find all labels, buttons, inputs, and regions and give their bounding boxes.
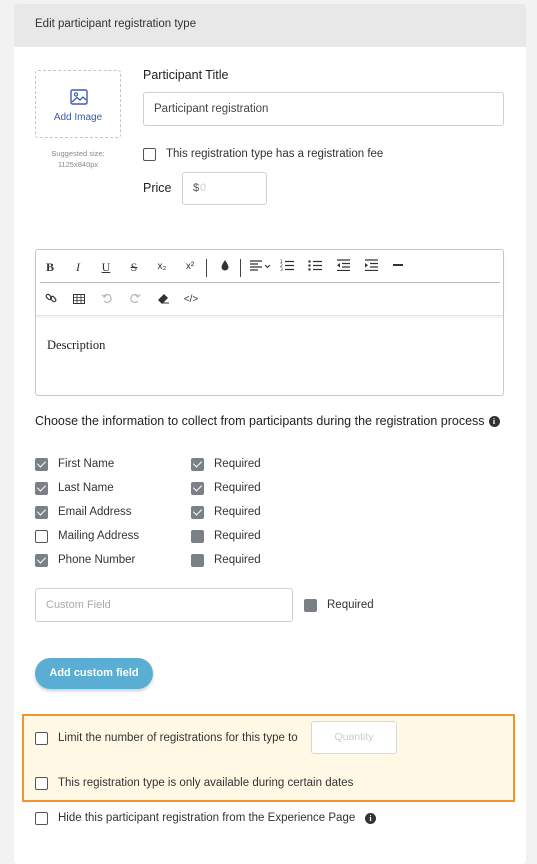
required-label: Required [327, 599, 374, 611]
add-image-label: Add Image [53, 112, 103, 123]
first-name-label: First Name [58, 458, 115, 470]
description-text: Description [47, 338, 106, 352]
email-address-required-checkbox[interactable] [191, 506, 204, 519]
certain-dates-checkbox[interactable] [35, 777, 48, 790]
required-label: Required [214, 554, 261, 566]
link-icon[interactable] [41, 291, 61, 309]
email-address-label: Email Address [58, 506, 132, 518]
participant-title-label: Participant Title [143, 68, 229, 82]
phone-number-checkbox[interactable] [35, 554, 48, 567]
eraser-icon[interactable] [153, 291, 173, 309]
bold-button[interactable]: B [40, 258, 60, 276]
first-name-required-checkbox[interactable] [191, 458, 204, 471]
last-name-required-checkbox[interactable] [191, 482, 204, 495]
add-image-button[interactable]: Add Image [35, 70, 121, 138]
custom-field-required-checkbox[interactable] [304, 599, 317, 612]
participant-title-input[interactable]: Participant registration [143, 92, 504, 126]
required-label: Required [214, 530, 261, 542]
mailing-address-checkbox[interactable] [35, 530, 48, 543]
info-icon[interactable]: i [365, 813, 376, 824]
required-label: Required [214, 482, 261, 494]
hide-registration-label: Hide this participant registration from … [58, 812, 356, 824]
toolbar-divider [40, 282, 500, 283]
strikethrough-button[interactable]: S [124, 258, 144, 276]
subscript-button[interactable]: x₂ [152, 258, 172, 276]
first-name-checkbox[interactable] [35, 458, 48, 471]
editor-toolbar: B I U S x₂ x² 123 </> [36, 250, 503, 316]
certain-dates-label: This registration type is only available… [58, 777, 354, 789]
mailing-address-label: Mailing Address [58, 530, 140, 542]
italic-button[interactable]: I [68, 258, 88, 276]
description-editor[interactable]: B I U S x₂ x² 123 </> Description [35, 249, 504, 396]
superscript-button[interactable]: x² [180, 258, 200, 276]
ordered-list-icon[interactable]: 123 [277, 258, 297, 276]
quantity-input[interactable]: Quantity [311, 721, 397, 754]
table-icon[interactable] [69, 291, 89, 309]
panel-header: Edit participant registration type [14, 4, 526, 47]
hide-registration-checkbox[interactable] [35, 812, 48, 825]
mailing-address-required-checkbox[interactable] [191, 530, 204, 543]
add-custom-field-button[interactable]: Add custom field [35, 658, 153, 689]
currency-symbol: $ [193, 182, 200, 194]
svg-text:3: 3 [280, 267, 283, 271]
limit-registrations-label: Limit the number of registrations for th… [58, 732, 298, 744]
redo-icon[interactable] [125, 291, 145, 309]
undo-icon[interactable] [97, 291, 117, 309]
panel-title: Edit participant registration type [35, 18, 197, 30]
limit-registrations-checkbox[interactable] [35, 732, 48, 745]
outdent-icon[interactable] [333, 258, 353, 276]
phone-number-required-checkbox[interactable] [191, 554, 204, 567]
horizontal-rule-icon[interactable] [388, 258, 408, 276]
registration-fee-checkbox[interactable] [143, 148, 156, 161]
custom-field-input[interactable]: Custom Field [35, 588, 293, 622]
collect-heading: Choose the information to collect from p… [35, 415, 505, 428]
toolbar-separator [240, 259, 241, 277]
image-icon [70, 89, 88, 105]
email-address-checkbox[interactable] [35, 506, 48, 519]
price-placeholder: 0 [200, 182, 207, 194]
required-label: Required [214, 506, 261, 518]
underline-button[interactable]: U [96, 258, 116, 276]
code-icon[interactable]: </> [181, 291, 201, 309]
phone-number-label: Phone Number [58, 554, 136, 566]
align-icon[interactable] [248, 258, 272, 276]
info-icon[interactable]: i [488, 416, 500, 428]
required-label: Required [214, 458, 261, 470]
toolbar-separator [206, 259, 207, 277]
registration-fee-label: This registration type has a registratio… [166, 148, 384, 160]
indent-icon[interactable] [361, 258, 381, 276]
price-input[interactable]: $ 0 [182, 172, 267, 205]
price-label: Price [143, 181, 172, 195]
drop-icon[interactable] [215, 258, 235, 276]
last-name-label: Last Name [58, 482, 114, 494]
suggested-size: Suggested size: 1125x840px [51, 149, 105, 169]
bullet-list-icon[interactable] [305, 258, 325, 276]
last-name-checkbox[interactable] [35, 482, 48, 495]
